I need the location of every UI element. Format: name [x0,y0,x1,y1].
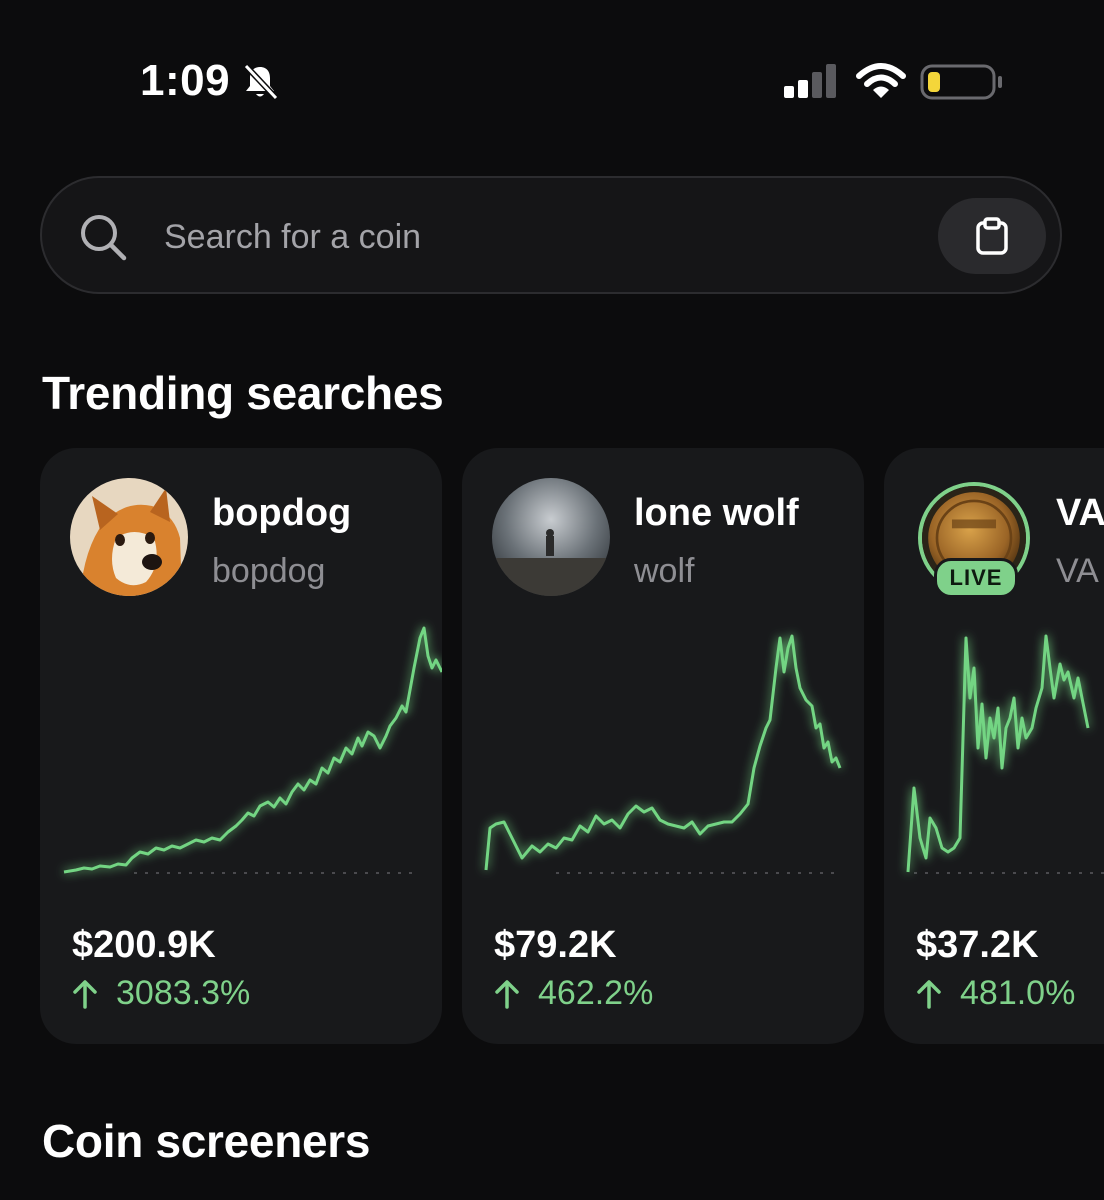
coin-price: $200.9K [72,924,216,966]
live-badge: LIVE [934,558,1018,598]
price-sparkline [63,626,442,874]
coin-price: $79.2K [494,924,617,966]
coin-change-value: 481.0% [960,974,1076,1012]
search-input[interactable] [164,214,864,260]
paste-button[interactable] [938,198,1046,274]
price-sparkline [484,634,842,874]
section-title-screeners: Coin screeners [42,1115,371,1167]
trending-card[interactable]: bopdog bopdog $200.9K 3083.3% [40,448,442,1044]
coin-change-value: 3083.3% [116,974,251,1012]
coin-ticker: VA [1056,552,1099,590]
coin-name: lone wolf [634,492,799,534]
coin-change: 3083.3% [72,974,250,1013]
section-title-trending: Trending searches [42,367,444,419]
status-bar: 1:09 [0,0,1104,160]
arrow-up-icon [495,979,519,1009]
trending-card[interactable]: lone wolf wolf $79.2K 462.2% [462,448,864,1044]
coin-change-value: 462.2% [538,974,654,1012]
trending-card[interactable]: LIVE VA VA $37.2K 481.0% [884,448,1104,1044]
coin-avatar [70,478,188,596]
bell-slash-icon [243,63,279,101]
screen: 1:09 Search for a coin Trending searches… [0,0,1104,1200]
battery-icon [920,64,1002,100]
status-time: 1:09 [140,56,231,105]
coin-change: 462.2% [494,974,653,1013]
arrow-up-icon [917,979,941,1009]
coin-ticker: bopdog [212,552,326,590]
arrow-up-icon [73,979,97,1009]
coin-avatar [492,478,610,596]
price-sparkline [906,634,1104,874]
coin-name: bopdog [212,492,352,534]
clipboard-icon [976,217,1008,255]
signal-icon [784,64,836,98]
search-bar[interactable] [40,176,1062,294]
search-icon [81,215,127,261]
coin-name: VA [1056,492,1104,534]
wifi-icon [856,63,906,98]
coin-change: 481.0% [916,974,1075,1013]
coin-ticker: wolf [634,552,695,590]
coin-price: $37.2K [916,924,1039,966]
